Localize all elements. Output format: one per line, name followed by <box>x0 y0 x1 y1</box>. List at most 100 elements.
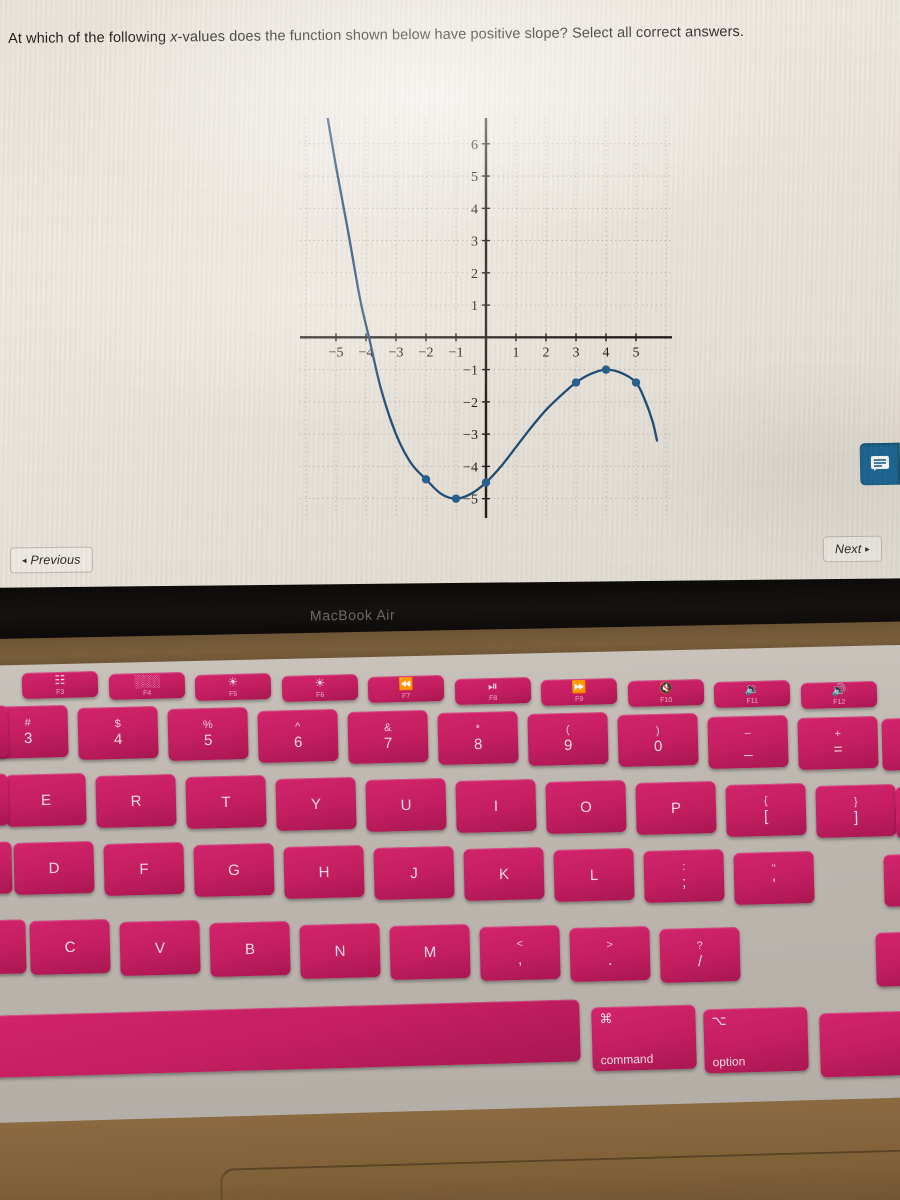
key-f10[interactable]: 🔇 F10 <box>627 678 704 707</box>
key-shift-char: ( <box>565 724 570 737</box>
key-shift-char: " <box>771 862 776 875</box>
key-label-f9: F9 <box>575 695 584 703</box>
keyboard-keys: ☷ F3 ░░░ F4 ☀ F5 ☀ F6 ⏪ F7 ⏯ F8 ⏩ F9 🔇 F10 🔉 F11 🔊 F12 #3 $4%… <box>0 0 900 1200</box>
key-glyph-f4: ░░░ <box>133 673 160 689</box>
key-main-char: P <box>670 799 682 818</box>
key-semicolon[interactable]: :; <box>643 849 725 904</box>
key-right-partial[interactable] <box>819 1010 900 1078</box>
key-main-char: U <box>400 796 412 814</box>
key-main-char: 8 <box>473 735 483 754</box>
key-f12[interactable]: 🔊 F12 <box>800 680 877 709</box>
key-glyph-f12: 🔊 <box>830 682 847 698</box>
key-return-partial[interactable] <box>883 853 900 907</box>
key-shift-partial[interactable] <box>875 931 900 987</box>
key-c[interactable]: C <box>29 919 111 975</box>
key-6[interactable]: ^ 6 <box>257 708 339 763</box>
key-o[interactable]: O <box>545 780 627 835</box>
key-k[interactable]: K <box>463 847 545 901</box>
key-f4[interactable]: ░░░ F4 <box>108 672 185 701</box>
key-main-char: L <box>589 866 599 884</box>
key-h[interactable]: H <box>283 844 365 899</box>
key-r[interactable]: R <box>95 774 177 829</box>
key-f8[interactable]: ⏯ F8 <box>454 676 531 705</box>
key-comma[interactable]: <, <box>479 925 561 981</box>
key-spacebar[interactable] <box>0 999 581 1079</box>
key-main-char: H <box>318 862 330 881</box>
key-label-f4: F4 <box>142 689 151 698</box>
key-shift-char: ^ <box>295 720 301 733</box>
key-delete-partial[interactable] <box>881 717 900 771</box>
key-shift-char: % <box>202 719 213 732</box>
key-main-char: K <box>498 865 510 883</box>
key-bracket-right[interactable]: }] <box>815 783 897 838</box>
key-p[interactable]: P <box>635 781 717 836</box>
key-w-partial[interactable] <box>0 773 9 827</box>
photo-of-laptop-screen: At which of the following x-values does … <box>0 0 900 1200</box>
key-glyph-f6: ☀ <box>313 676 325 691</box>
key-e[interactable]: E <box>5 773 87 827</box>
key-main-char: D <box>48 859 60 877</box>
key-i[interactable]: I <box>455 779 537 833</box>
key-main-char: N <box>334 941 346 960</box>
key-9[interactable]: (9 <box>527 712 609 767</box>
key-5[interactable]: % 5 <box>167 707 249 762</box>
key-shift-char: * <box>475 722 481 736</box>
key-command[interactable]: ⌘ command <box>591 1004 697 1072</box>
key-f3[interactable]: ☷ F3 <box>21 671 99 699</box>
key-2-partial[interactable] <box>0 705 9 759</box>
key-u[interactable]: U <box>365 777 447 832</box>
key-glyph-f5: ☀ <box>227 675 239 690</box>
key-x-partial[interactable] <box>0 919 27 975</box>
key-label-f6: F6 <box>315 692 324 700</box>
key-7[interactable]: & 7 <box>347 709 429 764</box>
key-g[interactable]: G <box>193 843 275 898</box>
key-4[interactable]: $4 <box>77 706 159 761</box>
key-main-char: F <box>139 860 149 878</box>
key-bracket-left[interactable]: {[ <box>725 782 807 837</box>
key-label-f11: F11 <box>746 697 759 705</box>
key-shift-char: – <box>744 726 751 739</box>
key-glyph-option: ⌥ <box>711 1012 727 1029</box>
key-t[interactable]: T <box>185 775 267 830</box>
key-v[interactable]: V <box>119 920 201 977</box>
key-main-char: C <box>64 938 76 956</box>
key-equals[interactable]: + = <box>797 715 879 770</box>
key-j[interactable]: J <box>373 845 455 900</box>
key-0[interactable]: ) 0 <box>617 713 699 768</box>
key-main-char: 4 <box>113 731 123 749</box>
key-b[interactable]: B <box>209 921 291 978</box>
key-main-char: 9 <box>563 737 573 755</box>
key-f11[interactable]: 🔉 F11 <box>713 679 791 708</box>
key-main-char: . <box>607 952 613 970</box>
key-label-f7: F7 <box>402 693 411 701</box>
key-main-char: ; <box>681 874 687 892</box>
key-3[interactable]: #3 <box>0 705 69 759</box>
key-glyph-f7: ⏪ <box>398 677 414 692</box>
key-period[interactable]: >. <box>569 926 651 983</box>
key-shift-char: : <box>682 861 686 874</box>
key-main-char: , <box>517 950 523 969</box>
key-main-char: 7 <box>383 734 393 752</box>
key-glyph-f9: ⏩ <box>571 679 587 694</box>
key-f5[interactable]: ☀ F5 <box>194 673 272 702</box>
key-f[interactable]: F <box>103 842 185 897</box>
key-minus[interactable]: – _ <box>707 714 789 769</box>
key-l[interactable]: L <box>553 848 635 903</box>
key-y[interactable]: Y <box>275 776 357 831</box>
key-slash[interactable]: ? / <box>659 927 741 984</box>
key-d[interactable]: D <box>13 841 95 895</box>
key-s-partial[interactable] <box>0 841 13 895</box>
key-f7[interactable]: ⏪ F7 <box>367 675 445 704</box>
key-main-char: ] <box>853 808 859 826</box>
key-main-char: 6 <box>293 733 303 751</box>
key-label-f5: F5 <box>229 691 238 699</box>
key-f9[interactable]: ⏩ F9 <box>540 677 618 706</box>
key-n[interactable]: N <box>299 922 381 979</box>
key-f6[interactable]: ☀ F6 <box>281 674 358 703</box>
key-quote[interactable]: " ' <box>733 850 815 905</box>
key-8[interactable]: * 8 <box>437 711 519 765</box>
key-m[interactable]: M <box>389 923 471 980</box>
key-option[interactable]: ⌥ option <box>703 1006 809 1074</box>
key-backslash-partial[interactable] <box>895 785 900 839</box>
key-shift-char: { <box>763 794 768 807</box>
